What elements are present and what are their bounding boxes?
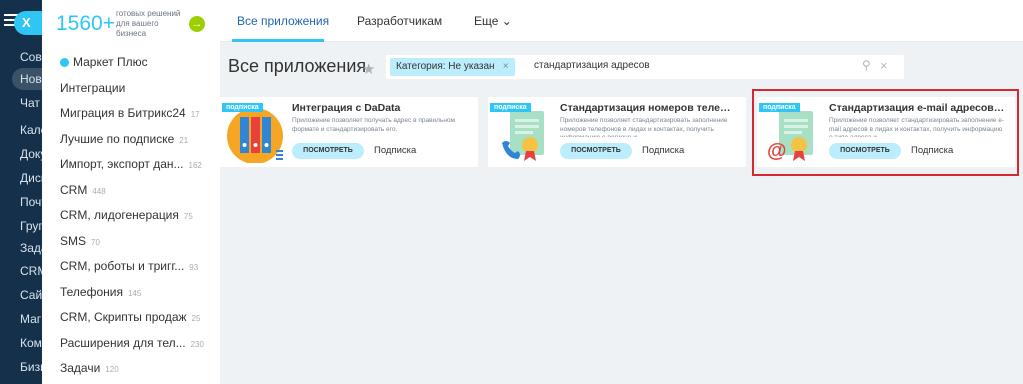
nav-item[interactable]: Диск <box>0 167 42 189</box>
search-query[interactable]: стандартизация адресов <box>534 60 650 71</box>
filter-tag[interactable]: Категория: Не указан × <box>390 58 515 76</box>
category-item[interactable]: Маркет Плюс <box>42 50 220 76</box>
nav-item[interactable]: Чат <box>0 92 42 114</box>
category-item[interactable]: CRM, лидогенерация 75 <box>42 203 220 229</box>
phone-document-icon <box>502 111 544 161</box>
market-plus-icon <box>60 58 69 67</box>
app-count: 1560+ <box>56 12 115 35</box>
page-title: Все приложения <box>228 56 367 76</box>
folders-icon <box>227 108 283 163</box>
card-title[interactable]: Стандартизация номеров телефо... <box>560 102 736 114</box>
app-count-caption: готовых решений для вашего бизнеса <box>116 9 181 38</box>
category-count: 145 <box>127 288 142 298</box>
category-item[interactable]: Телефония 145 <box>42 280 220 306</box>
category-label: Интеграции <box>60 80 126 95</box>
view-button[interactable]: ПОСМОТРЕТЬ <box>292 143 364 159</box>
highlight-box <box>752 89 1019 176</box>
filter-tag-label: Категория: Не указан <box>396 61 495 72</box>
card-description: Приложение позволяет получать адрес в пр… <box>292 117 456 133</box>
tab-more[interactable]: Еще ⌄ <box>474 14 512 28</box>
category-count: 17 <box>190 110 200 119</box>
category-item[interactable]: SMS 70 <box>42 229 220 255</box>
category-count: 75 <box>183 212 193 221</box>
nav-item[interactable]: Почт <box>0 191 42 213</box>
category-item[interactable]: Лучшие по подписке 21 <box>42 127 220 153</box>
nav-item[interactable]: Сайт <box>0 284 42 306</box>
category-item[interactable]: Расширения для тел... 230 <box>42 331 220 357</box>
category-label: CRM <box>60 182 88 197</box>
nav-item[interactable]: Доку <box>0 143 42 165</box>
subscription-badge: подписка <box>490 103 531 112</box>
main-area: Все приложения Разработчикам Еще ⌄ Все п… <box>220 0 1023 384</box>
star-icon[interactable]: ★ <box>362 60 375 78</box>
category-item[interactable]: Миграция в Битрикс24 17 <box>42 101 220 127</box>
category-count: 70 <box>91 237 100 247</box>
search-input[interactable]: Категория: Не указан × стандартизация ад… <box>386 55 904 79</box>
nav-item[interactable]: Кале <box>0 119 42 141</box>
category-item[interactable]: CRM, роботы и тригг... 93 <box>42 254 220 280</box>
category-count: 120 <box>105 365 119 374</box>
nav-item[interactable]: CRM <box>0 260 42 282</box>
close-icon[interactable]: × <box>503 58 509 76</box>
category-count: 162 <box>188 161 202 170</box>
category-count: 448 <box>92 186 106 196</box>
category-list: Маркет Плюс Интеграции Миграция в Битрик… <box>42 50 220 382</box>
category-label: CRM, лидогенерация <box>60 208 179 222</box>
category-label: CRM, Скрипты продаж <box>60 310 187 324</box>
left-nav: X Сове Ново Чат Кале Доку Диск Почт Груп… <box>0 0 42 384</box>
app-card[interactable]: подписка Стандартизация номеров телефо..… <box>488 97 746 167</box>
tab-developers[interactable]: Разработчикам <box>357 14 442 28</box>
nav-item[interactable]: Зада <box>0 237 42 259</box>
category-label: Импорт, экспорт дан... <box>60 157 184 171</box>
tabs-bar: Все приложения Разработчикам Еще ⌄ <box>220 0 1023 42</box>
catalog-header: 1560+ готовых решений для вашего бизнеса… <box>42 0 220 46</box>
card-title[interactable]: Интеграция с DaData <box>292 102 468 114</box>
category-label: Расширения для тел... <box>60 335 186 350</box>
subscription-label: Подписка <box>374 145 417 156</box>
catalog-sidebar: 1560+ готовых решений для вашего бизнеса… <box>42 0 220 384</box>
category-item[interactable]: CRM, Скрипты продаж 25 <box>42 305 220 331</box>
logo-button[interactable]: X <box>14 11 42 35</box>
category-item[interactable]: Интеграции <box>42 76 220 102</box>
clear-icon[interactable]: × <box>880 58 888 73</box>
category-item[interactable]: Задачи 120 <box>42 356 220 382</box>
category-label: Задачи <box>60 361 101 375</box>
category-label: Лучшие по подписке <box>60 131 175 146</box>
nav-item[interactable]: Сове <box>0 46 42 68</box>
nav-item-active[interactable]: Ново <box>12 68 42 90</box>
search-icon[interactable]: ⚲ <box>862 58 871 72</box>
category-count: 21 <box>179 135 189 145</box>
category-label: CRM, роботы и тригг... <box>60 259 185 273</box>
category-label: Маркет Плюс <box>73 55 148 69</box>
tab-all-apps[interactable]: Все приложения <box>237 14 329 28</box>
arrow-right-icon[interactable]: → <box>189 16 205 32</box>
category-count: 230 <box>190 339 204 349</box>
category-item[interactable]: CRM 448 <box>42 178 220 204</box>
category-label: SMS <box>60 233 87 248</box>
category-count: 93 <box>189 263 199 272</box>
category-label: Телефония <box>60 284 123 299</box>
nav-item[interactable]: Груп <box>0 215 42 237</box>
nav-item[interactable]: Ком <box>0 332 42 354</box>
active-tab-indicator <box>232 39 324 42</box>
nav-item[interactable]: Маг <box>0 308 42 330</box>
title-row: Все приложения ★ Категория: Не указан × … <box>220 52 1023 84</box>
view-button[interactable]: ПОСМОТРЕТЬ <box>560 143 632 159</box>
category-item[interactable]: Импорт, экспорт дан... 162 <box>42 152 220 178</box>
card-description: Приложение позволяет стандартизировать з… <box>560 117 728 137</box>
app-card[interactable]: подписка Интеграция с DaData Приложение … <box>220 97 478 167</box>
nav-item[interactable]: Бизн <box>0 356 42 378</box>
subscription-label: Подписка <box>642 145 685 156</box>
category-label: Миграция в Битрикс24 <box>60 106 186 120</box>
category-count: 25 <box>191 314 201 323</box>
subscription-badge: подписка <box>222 103 263 112</box>
